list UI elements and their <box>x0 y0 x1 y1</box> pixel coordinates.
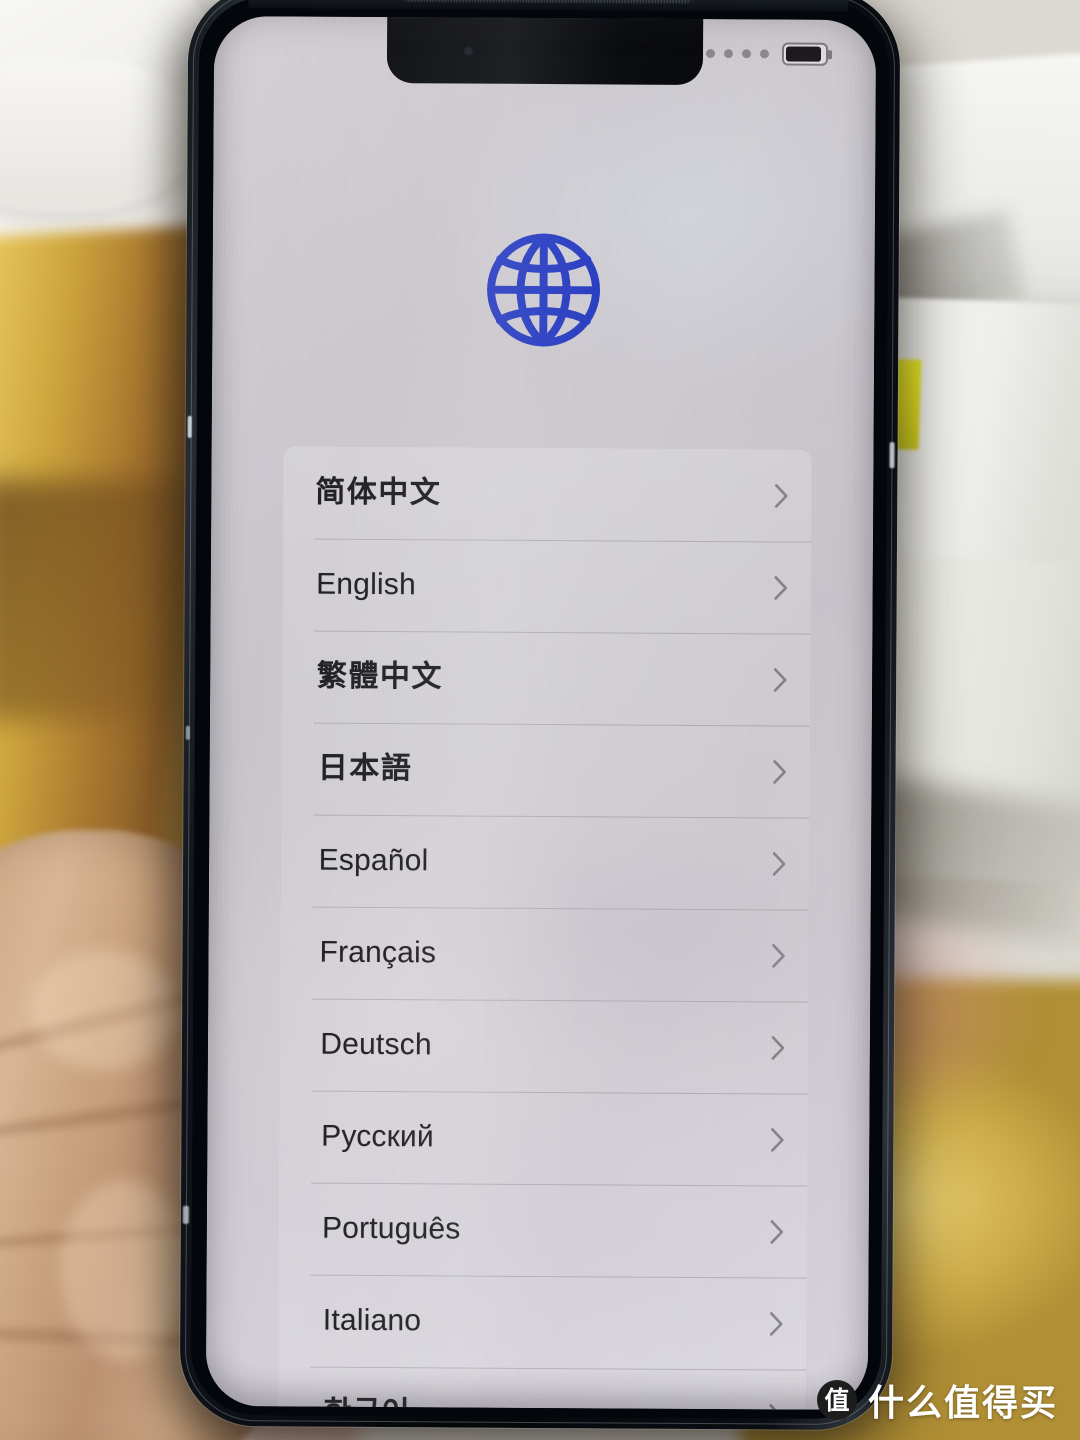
language-option-3[interactable]: 繁體中文 <box>282 630 811 725</box>
hand-highlight <box>60 1180 190 1360</box>
chevron-right-icon <box>768 1310 784 1337</box>
language-option-10[interactable]: Italiano <box>278 1274 807 1369</box>
language-option-6[interactable]: Français <box>280 906 809 1001</box>
frame-glint <box>185 725 190 740</box>
language-option-7[interactable]: Deutsch <box>280 998 809 1093</box>
language-option-label: 繁體中文 <box>316 659 444 694</box>
language-option-4[interactable]: 日本語 <box>281 722 810 817</box>
language-option-label: Português <box>321 1211 461 1246</box>
chevron-right-icon <box>772 758 788 785</box>
language-option-label: Français <box>319 935 437 970</box>
language-option-label: Deutsch <box>320 1027 432 1062</box>
chevron-right-icon <box>771 850 787 877</box>
language-option-8[interactable]: Русский <box>279 1090 808 1185</box>
progress-dot <box>723 49 734 59</box>
chevron-right-icon <box>770 1034 786 1061</box>
photo-canvas: Baseus <box>0 0 1080 1440</box>
front-camera-icon <box>464 47 473 55</box>
chevron-right-icon <box>773 482 789 509</box>
frame-glint <box>187 415 192 438</box>
phone-screen: 简体中文 English 繁體中文日本語 Español Français Deutsch… <box>205 15 877 1411</box>
language-option-label: Italiano <box>322 1303 422 1338</box>
chevron-right-icon <box>770 942 786 969</box>
language-option-11[interactable]: 한국어 <box>278 1366 806 1410</box>
battery-cap <box>827 49 832 59</box>
watermark: 值 什么值得买 <box>816 1374 1058 1426</box>
frame-glint <box>889 442 895 469</box>
progress-dot <box>759 49 770 59</box>
chevron-right-icon <box>769 1218 785 1245</box>
globe-icon <box>479 226 608 355</box>
language-option-5[interactable]: Español <box>281 814 810 909</box>
language-option-label: Русский <box>321 1119 434 1154</box>
language-option-1[interactable]: 简体中文 <box>283 446 812 541</box>
language-option-label: 简体中文 <box>315 475 442 510</box>
language-option-label: Español <box>318 843 429 878</box>
status-bar-right-cluster <box>705 42 832 66</box>
progress-dot <box>705 49 716 59</box>
hand-highlight <box>30 950 180 1070</box>
chevron-right-icon <box>772 666 788 693</box>
chevron-right-icon <box>768 1402 784 1410</box>
watermark-text: 什么值得买 <box>867 1383 1058 1424</box>
chevron-right-icon <box>773 574 789 601</box>
display-notch <box>386 15 704 85</box>
battery-fill-level <box>785 46 821 62</box>
language-option-9[interactable]: Português <box>279 1182 808 1277</box>
language-option-label: English <box>316 567 417 602</box>
battery-icon <box>781 42 832 66</box>
chevron-right-icon <box>769 1126 785 1153</box>
language-list[interactable]: 简体中文 English 繁體中文日本語 Español Français Deutsch… <box>277 446 812 1410</box>
background-yellow-shadow <box>0 480 210 720</box>
smartphone-device: 简体中文 English 繁體中文日本語 Español Français Deutsch… <box>179 0 901 1431</box>
watermark-logo-icon: 值 <box>816 1380 857 1420</box>
frame-glint <box>182 1205 189 1224</box>
background-white-disc-lower <box>0 60 190 210</box>
progress-dot <box>741 49 752 59</box>
language-option-label: 日本語 <box>317 751 413 786</box>
language-option-2[interactable]: English <box>282 538 811 633</box>
progress-dots-indicator <box>705 49 770 59</box>
